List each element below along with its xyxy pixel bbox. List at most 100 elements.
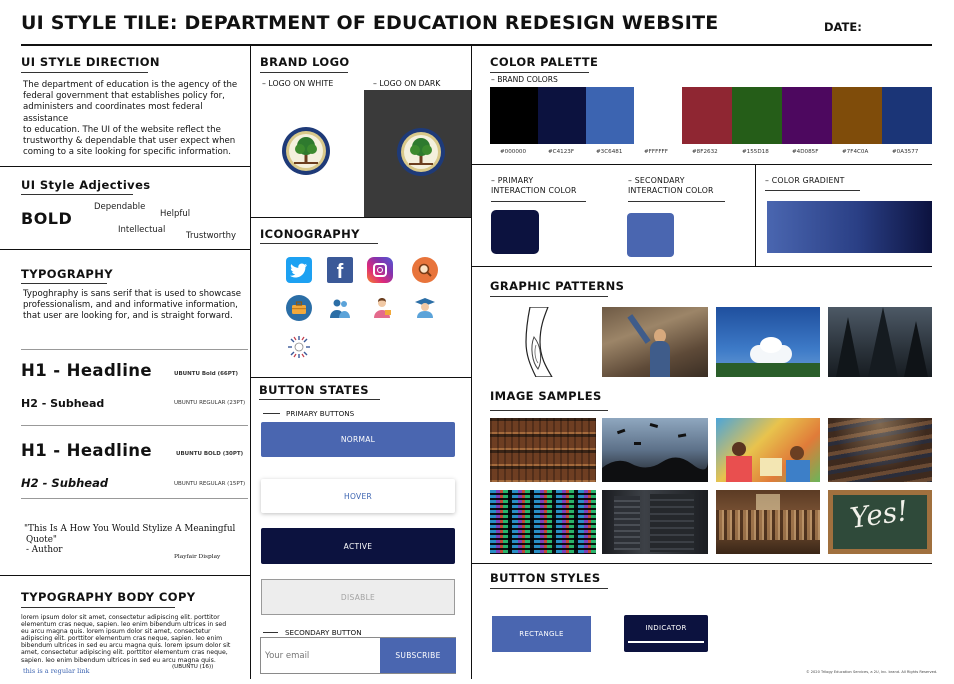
email-input-wrap: SUBSCRIBE: [260, 637, 456, 674]
image-library-dark: [602, 490, 708, 554]
h1-spec: UBUNTU BOLD (30PT): [176, 451, 244, 457]
pattern-sketch: [490, 307, 596, 377]
section-underline: [490, 72, 589, 73]
color-hex-label: #3C6481: [596, 149, 623, 155]
pattern-sky: [716, 307, 820, 377]
gradient-swatch: [767, 201, 932, 253]
secondary-button-label: SECONDARY BUTTON: [285, 628, 362, 637]
section-underline: [259, 399, 380, 400]
color-swatch: [538, 87, 586, 144]
pattern-trees: [828, 307, 932, 377]
color-palette-title: COLOR PALETTE: [490, 55, 599, 69]
divider: [755, 165, 756, 266]
color-hex-label: #FFFFFF: [644, 149, 668, 155]
image-graduation: [602, 418, 708, 482]
image-samples-title: IMAGE SAMPLES: [490, 389, 602, 403]
hover-button[interactable]: HOVER: [261, 479, 455, 513]
divider: [251, 217, 471, 218]
h1-sample: H1 - Headline: [21, 361, 153, 380]
active-button[interactable]: ACTIVE: [261, 528, 455, 564]
pattern-climber: [602, 307, 708, 377]
h1-sample: H1 - Headline: [21, 441, 153, 460]
divider: [472, 164, 932, 165]
image-chalkboard: Yes!: [828, 490, 932, 554]
image-bookshelf: [490, 418, 596, 482]
rectangle-button[interactable]: RECTANGLE: [492, 616, 591, 652]
date-label: DATE:: [824, 20, 862, 34]
direction-title: UI STYLE DIRECTION: [21, 55, 160, 69]
logo-on-dark-label: – LOGO ON DARK: [373, 79, 441, 88]
divider: [472, 563, 932, 564]
brand-colors-label: – BRAND COLORS: [491, 75, 558, 84]
color-swatch: [490, 87, 538, 144]
color-hex-label: #7F4C0A: [842, 149, 869, 155]
divider: [0, 249, 250, 250]
button-states-title: BUTTON STATES: [259, 383, 369, 397]
copyright: © 2020 Trilogy Education Services, a 2U,…: [806, 670, 938, 674]
email-input[interactable]: [261, 638, 380, 673]
section-underline: [490, 410, 608, 411]
adjective-trustworthy: Trustworthy: [186, 231, 236, 241]
divider: [472, 266, 932, 267]
subscribe-button[interactable]: SUBSCRIBE: [380, 638, 456, 673]
iconography-title: ICONOGRAPHY: [260, 227, 360, 241]
typography-text: Typoghraphy is sans serif that is used t…: [23, 289, 242, 322]
search-icon: [412, 257, 438, 283]
body-copy-text: lorem ipsum dolor sit amet, consectetur …: [21, 614, 231, 664]
teacher-icon: [369, 295, 395, 321]
divider: [251, 377, 471, 378]
seal-icon: [282, 127, 330, 175]
section-underline: [765, 190, 860, 191]
typography-title: TYPOGRAPHY: [21, 267, 113, 281]
section-underline: [21, 194, 133, 195]
header-rule: [21, 44, 932, 46]
adjective-helpful: Helpful: [160, 209, 191, 219]
badge-icon: [286, 334, 312, 360]
divider: [21, 425, 248, 426]
h2-sample: H2 - Subhead: [21, 397, 105, 410]
logo-on-white: [281, 126, 331, 176]
adjective-intellectual: Intellectual: [118, 225, 166, 235]
section-underline: [491, 201, 586, 202]
primary-buttons-label: PRIMARY BUTTONS: [286, 409, 355, 418]
indicator-button[interactable]: INDICATOR: [624, 615, 708, 652]
image-code: [490, 490, 596, 554]
image-library-hall: [716, 490, 820, 554]
section-underline: [260, 243, 378, 244]
logo-on-dark: [396, 127, 446, 177]
divider-col2: [471, 45, 472, 679]
briefcase-icon: [286, 295, 312, 321]
h2-spec: UBUNTU REGULAR (23PT): [174, 400, 246, 406]
section-underline: [21, 72, 148, 73]
h2-sample: H2 - Subhead: [21, 476, 109, 490]
adjective-dependable: Dependable: [94, 202, 146, 212]
section-underline: [490, 588, 608, 589]
divider: [21, 349, 248, 350]
color-hex-label: #000000: [500, 149, 527, 155]
label-dash: [263, 413, 280, 414]
color-hex-label: #C4123F: [548, 149, 575, 155]
regular-link[interactable]: this is a regular link: [23, 667, 89, 675]
color-hex-label: #8F2632: [692, 149, 718, 155]
quote-sample: "This Is A How You Would Stylize A Meani…: [24, 524, 236, 555]
quote-font: Playfair Display: [174, 554, 221, 560]
primary-interaction-swatch: [491, 210, 539, 254]
indicator-label: INDICATOR: [645, 624, 687, 632]
divider: [21, 498, 248, 499]
divider: [0, 575, 250, 576]
label-dash: [263, 632, 278, 633]
secondary-interaction-label: – SECONDARY INTERACTION COLOR: [628, 176, 714, 195]
secondary-interaction-swatch: [627, 213, 674, 257]
gradient-label: – COLOR GRADIENT: [765, 176, 845, 185]
divider: [0, 166, 250, 167]
section-underline: [260, 72, 348, 73]
color-swatch: [782, 87, 832, 144]
twitter-icon: [286, 257, 312, 283]
color-hex-label: #155D18: [742, 149, 769, 155]
body-copy-spec: (UBUNTU (16)): [172, 664, 214, 670]
section-underline: [490, 296, 608, 297]
normal-button[interactable]: NORMAL: [261, 422, 455, 457]
color-swatch: [682, 87, 732, 144]
graphic-patterns-title: GRAPHIC PATTERNS: [490, 279, 625, 293]
color-swatch: [732, 87, 782, 144]
